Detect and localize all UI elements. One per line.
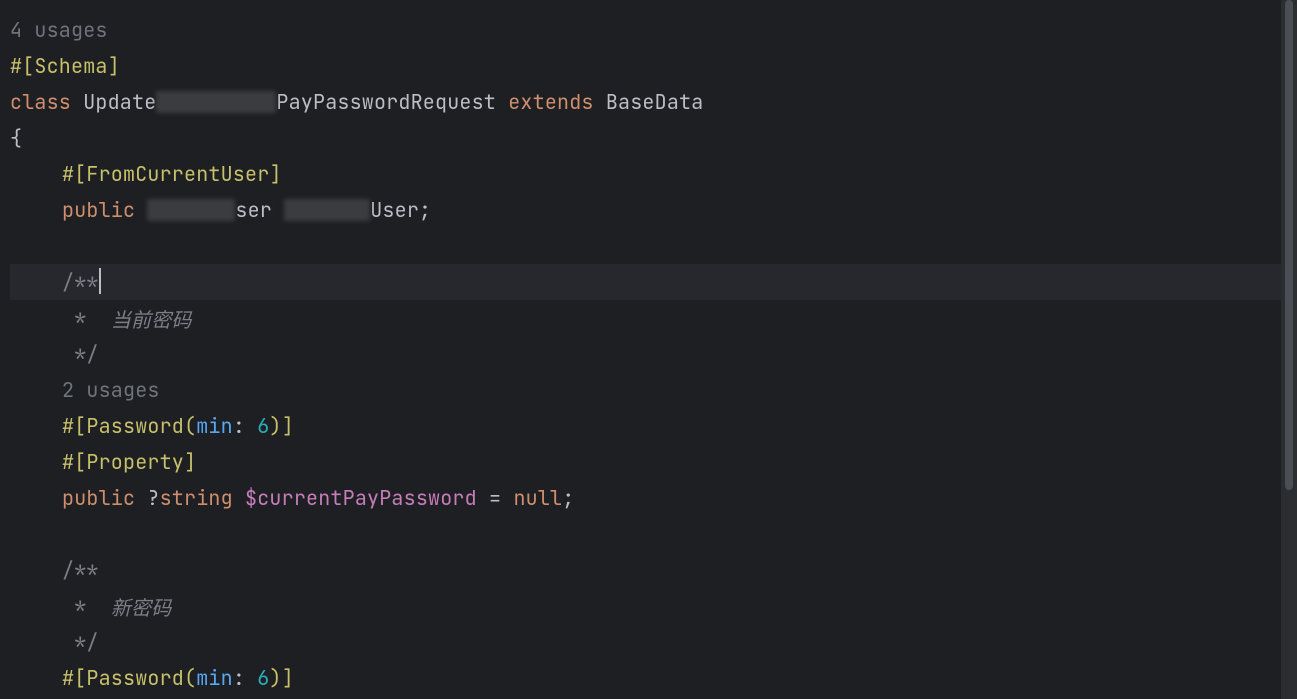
redacted xyxy=(156,91,276,113)
kw-null: null xyxy=(513,485,562,511)
code-line[interactable]: public ?string $currentPayPassword = nul… xyxy=(10,480,1281,516)
code-line[interactable]: #[Password(min: 6)] xyxy=(10,408,1281,444)
kw-public: public xyxy=(62,197,135,223)
code-line[interactable]: #[Property] xyxy=(10,444,1281,480)
gutter xyxy=(0,0,8,699)
attr-fromcurrentuser: #[FromCurrentUser] xyxy=(62,161,282,187)
code-line[interactable]: */ xyxy=(10,624,1281,660)
scrollbar-thumb[interactable] xyxy=(1285,0,1293,490)
code-line[interactable]: /** xyxy=(10,552,1281,588)
code-line-current[interactable]: /** xyxy=(10,264,1281,300)
var-suffix: User xyxy=(370,197,419,223)
code-line[interactable]: * 当前密码 xyxy=(10,300,1281,336)
doccomment-text: 新密码 xyxy=(111,592,172,621)
inlay-usages[interactable]: 4 usages xyxy=(10,12,1281,48)
inlay-usages[interactable]: 2 usages xyxy=(10,372,1281,408)
doccomment-open: /** xyxy=(62,269,99,295)
code-line[interactable]: #[Password(min: 6)] xyxy=(10,660,1281,696)
editor-root: 4 usages #[Schema] class Update PayPasswo… xyxy=(0,0,1297,699)
brace-open: { xyxy=(10,125,22,151)
doccomment-text: 当前密码 xyxy=(111,304,192,333)
redacted xyxy=(147,199,235,221)
type-suffix: ser xyxy=(235,197,272,223)
semicolon: ; xyxy=(562,485,574,511)
colon: : xyxy=(233,665,257,691)
usages-text[interactable]: 2 usages xyxy=(62,377,160,403)
class-name-suffix: PayPasswordRequest xyxy=(276,89,496,115)
blank-line[interactable] xyxy=(10,228,1281,264)
code-line[interactable]: */ xyxy=(10,336,1281,372)
eq: = xyxy=(477,485,514,511)
doccomment-close: */ xyxy=(62,341,99,367)
attr-param: min xyxy=(196,413,233,439)
colon: : xyxy=(233,413,257,439)
code-line[interactable]: { xyxy=(10,120,1281,156)
class-name-prefix: Update xyxy=(83,89,156,115)
var-name: $currentPayPassword xyxy=(245,485,477,511)
attr-password-open: #[Password( xyxy=(62,665,196,691)
code-line[interactable]: class Update PayPasswordRequest extends B… xyxy=(10,84,1281,120)
base-class: BaseData xyxy=(606,89,704,115)
attr-num: 6 xyxy=(257,665,269,691)
doccomment-close: */ xyxy=(62,629,99,655)
attr-schema: #[Schema] xyxy=(10,53,120,79)
attr-param: min xyxy=(196,665,233,691)
doccomment-star: * xyxy=(62,305,86,331)
attr-property: #[Property] xyxy=(62,449,196,475)
code-line[interactable]: public ser User; xyxy=(10,192,1281,228)
usages-text[interactable]: 4 usages xyxy=(10,17,108,43)
code-line[interactable]: #[FromCurrentUser] xyxy=(10,156,1281,192)
text-caret xyxy=(99,268,101,294)
vertical-scrollbar[interactable] xyxy=(1281,0,1297,699)
code-line[interactable]: #[Schema] xyxy=(10,48,1281,84)
attr-num: 6 xyxy=(257,413,269,439)
kw-class: class xyxy=(10,89,71,115)
code-area[interactable]: 4 usages #[Schema] class Update PayPasswo… xyxy=(0,0,1281,699)
semicolon: ; xyxy=(419,197,431,223)
qmark: ? xyxy=(147,485,159,511)
attr-password-close: )] xyxy=(269,413,293,439)
attr-password-open: #[Password( xyxy=(62,413,196,439)
doccomment-open: /** xyxy=(62,557,99,583)
type-string: string xyxy=(160,485,233,511)
redacted xyxy=(284,199,370,221)
code-line[interactable]: * 新密码 xyxy=(10,588,1281,624)
blank-line[interactable] xyxy=(10,516,1281,552)
kw-public: public xyxy=(62,485,135,511)
kw-extends: extends xyxy=(508,89,593,115)
doccomment-star: * xyxy=(62,593,86,619)
attr-password-close: )] xyxy=(269,665,293,691)
